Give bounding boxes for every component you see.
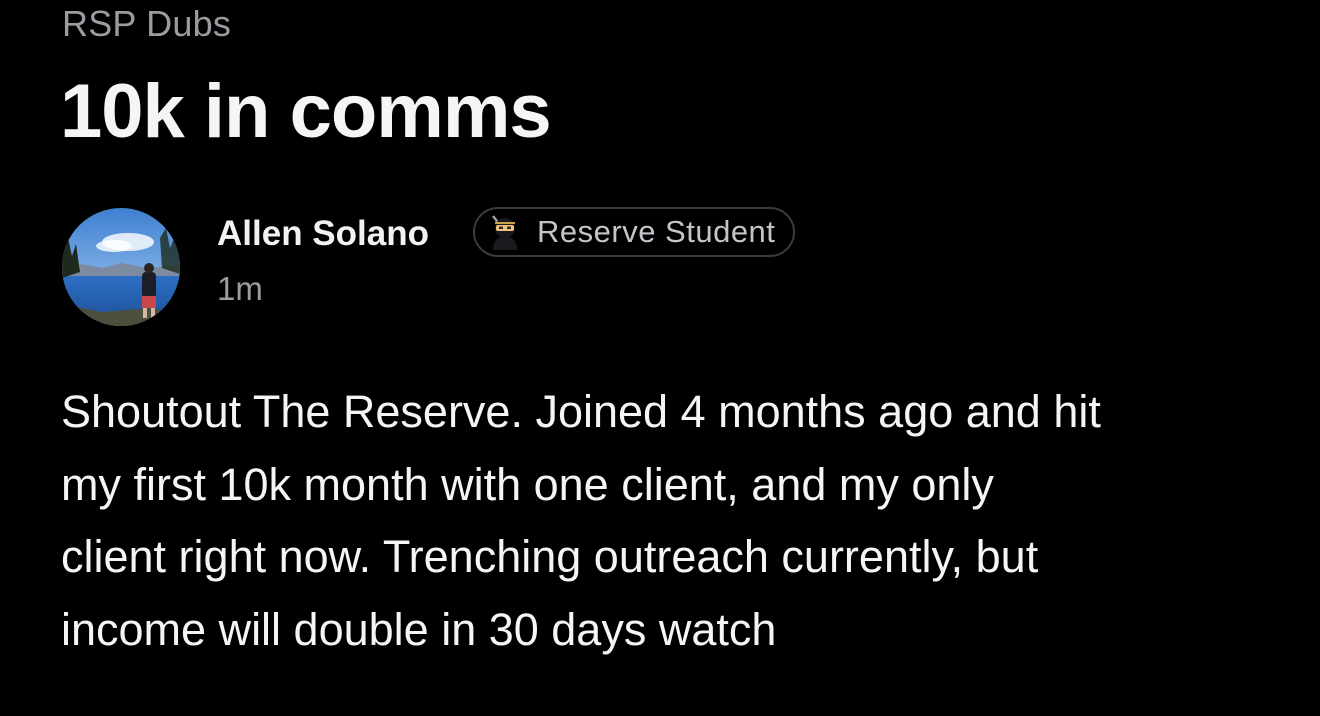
post-timestamp: 1m xyxy=(217,270,263,307)
avatar-photo-icon xyxy=(62,208,180,326)
avatar[interactable] xyxy=(62,208,180,326)
post-body-line: income will double in 30 days watch xyxy=(61,603,777,655)
post-body-line: my first 10k month with one client, and … xyxy=(61,458,994,510)
post-title: 10k in comms xyxy=(60,69,552,154)
ninja-emoji-icon xyxy=(485,212,525,252)
post-body: Shoutout The Reserve. Joined 4 months ag… xyxy=(61,376,1281,666)
post-body-line: Shoutout The Reserve. Joined 4 months ag… xyxy=(61,386,1101,437)
post-category[interactable]: RSP Dubs xyxy=(62,2,231,46)
post-body-line: client right now. Trenching outreach cur… xyxy=(61,531,1039,582)
author-name[interactable]: Allen Solano xyxy=(217,212,429,256)
badge-label: Reserve Student xyxy=(537,214,776,249)
role-badge: Reserve Student xyxy=(473,207,796,257)
